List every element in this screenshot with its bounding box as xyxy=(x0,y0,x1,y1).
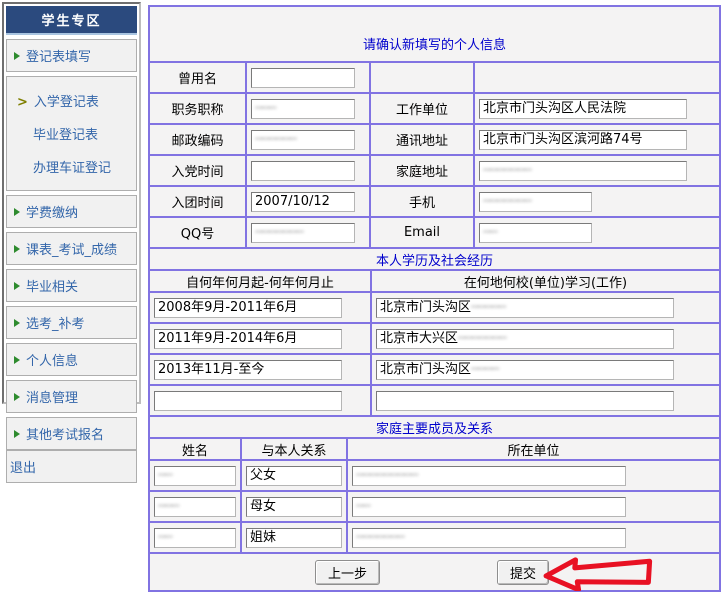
job-title-label: 职务职称 xyxy=(150,94,245,123)
mobile-label: 手机 xyxy=(371,187,473,216)
education-place-input[interactable] xyxy=(376,391,674,411)
qq-number-label: QQ号 xyxy=(150,218,245,247)
family-unit-header: 所在单位 xyxy=(348,439,719,459)
sidebar-item-message-management[interactable]: 消息管理 xyxy=(6,380,137,413)
family-relation-input[interactable]: 父女 xyxy=(246,466,342,486)
family-section-title: 家庭主要成员及关系 xyxy=(150,417,719,437)
education-row: 2013年11月-至今 北京市门头沟区┄┄┄┄ xyxy=(150,355,719,384)
sidebar-item-tuition[interactable]: 学费缴纳 xyxy=(6,195,137,228)
family-unit-input[interactable]: ┄┄┄┄┄┄┄ xyxy=(352,528,626,548)
form-title: 请确认新填写的个人信息 xyxy=(150,7,719,61)
current-marker-icon: > xyxy=(17,95,28,110)
sidebar-item-graduation-related[interactable]: 毕业相关 xyxy=(6,269,137,302)
triangle-bullet-icon xyxy=(14,356,20,364)
personal-info-confirmation-form: 请确认新填写的个人信息 曾用名 职务职称 ┄┄┄ 工作单位 北京市门头沟区人民法… xyxy=(148,5,721,592)
family-header-row: 姓名 与本人关系 所在单位 xyxy=(150,439,719,459)
mailing-address-label: 通讯地址 xyxy=(371,125,473,154)
sidebar-item-vehicle-pass[interactable]: 办理车证登记 xyxy=(7,150,136,183)
mailing-address-input[interactable]: 北京市门头沟区滨河路74号 xyxy=(479,130,687,150)
family-unit-input[interactable]: ┄┄┄┄┄┄┄┄┄ xyxy=(352,466,626,486)
former-name-input[interactable] xyxy=(251,68,355,88)
form-row-postal-code: 邮政编码 ┄┄┄┄┄┄ 通讯地址 北京市门头沟区滨河路74号 xyxy=(150,125,719,154)
triangle-bullet-icon xyxy=(14,208,20,216)
form-actions: 上一步 提交 xyxy=(150,554,719,590)
triangle-bullet-icon xyxy=(14,393,20,401)
logout-link[interactable]: 退出 xyxy=(6,450,137,483)
family-name-input[interactable]: ┄┄ xyxy=(154,466,236,486)
family-relation-header: 与本人关系 xyxy=(242,439,346,459)
league-join-date-label: 入团时间 xyxy=(150,187,245,216)
sidebar-item-registration-forms[interactable]: 登记表填写 xyxy=(6,39,137,72)
triangle-bullet-icon xyxy=(14,319,20,327)
education-place-input[interactable]: 北京市门头沟区┄┄┄┄┄ xyxy=(376,298,674,318)
sidebar-submenu: >入学登记表 毕业登记表 办理车证登记 xyxy=(6,76,137,191)
form-row-league-join-date: 入团时间 2007/10/12 手机 ┄┄┄┄┄┄┄ xyxy=(150,187,719,216)
home-address-input[interactable]: ┄┄┄┄┄┄┄ xyxy=(479,161,687,181)
sidebar-item-schedule-exams-grades[interactable]: 课表_考试_成绩 xyxy=(6,232,137,265)
form-row-former-name: 曾用名 xyxy=(150,63,719,92)
party-join-date-input[interactable] xyxy=(251,161,355,181)
education-period-input[interactable]: 2011年9月-2014年6月 xyxy=(154,329,342,349)
triangle-bullet-icon xyxy=(14,245,20,253)
qq-number-input[interactable]: ┄┄┄┄┄┄┄ xyxy=(251,223,355,243)
education-period-header: 自何年何月起-何年何月止 xyxy=(150,271,370,291)
education-row xyxy=(150,386,719,415)
education-row: 2011年9月-2014年6月 北京市大兴区┄┄┄┄┄┄┄ xyxy=(150,324,719,353)
league-join-date-input[interactable]: 2007/10/12 xyxy=(251,192,355,212)
sidebar-item-other-exam-registration[interactable]: 其他考试报名 xyxy=(6,417,137,450)
red-arrow-annotation xyxy=(542,555,658,591)
email-label: Email xyxy=(371,218,473,247)
sidebar: 学生专区 登记表填写 >入学登记表 毕业登记表 办理车证登记 学费缴纳 课表_考… xyxy=(2,2,141,404)
education-period-input[interactable]: 2013年11月-至今 xyxy=(154,360,342,380)
email-input[interactable]: ┄┄ xyxy=(479,223,592,243)
education-place-header: 在何地何校(单位)学习(工作) xyxy=(372,271,719,291)
education-section-title: 本人学历及社会经历 xyxy=(150,249,719,269)
family-name-input[interactable]: ┄┄ xyxy=(154,528,236,548)
sidebar-item-personal-info[interactable]: 个人信息 xyxy=(6,343,137,376)
education-place-input[interactable]: 北京市门头沟区┄┄┄┄ xyxy=(376,360,674,380)
sidebar-item-elective-makeup-exams[interactable]: 选考_补考 xyxy=(6,306,137,339)
family-relation-input[interactable]: 姐妹 xyxy=(246,528,342,548)
triangle-bullet-icon xyxy=(14,282,20,290)
form-row-qq-email: QQ号 ┄┄┄┄┄┄┄ Email ┄┄ xyxy=(150,218,719,247)
education-period-input[interactable] xyxy=(154,391,342,411)
sidebar-item-label: 登记表填写 xyxy=(26,46,91,65)
family-row: ┄┄ 父女 ┄┄┄┄┄┄┄┄┄ xyxy=(150,461,719,490)
family-name-input[interactable]: ┄┄┄ xyxy=(154,497,236,517)
family-unit-input[interactable]: ┄┄ xyxy=(352,497,626,517)
sidebar-title: 学生专区 xyxy=(6,6,137,35)
postal-code-label: 邮政编码 xyxy=(150,125,245,154)
family-row: ┄┄┄ 母女 ┄┄ xyxy=(150,492,719,521)
form-row-job-title: 职务职称 ┄┄┄ 工作单位 北京市门头沟区人民法院 xyxy=(150,94,719,123)
previous-step-button[interactable]: 上一步 xyxy=(315,560,380,585)
family-row: ┄┄ 姐妹 ┄┄┄┄┄┄┄ xyxy=(150,523,719,552)
sidebar-item-graduation-form[interactable]: 毕业登记表 xyxy=(7,117,136,150)
party-join-date-label: 入党时间 xyxy=(150,156,245,185)
empty-value-cell xyxy=(475,63,719,92)
work-unit-input[interactable]: 北京市门头沟区人民法院 xyxy=(479,99,687,119)
sidebar-item-enrollment-form[interactable]: >入学登记表 xyxy=(7,84,136,117)
empty-label-cell xyxy=(371,63,473,92)
family-relation-input[interactable]: 母女 xyxy=(246,497,342,517)
family-name-header: 姓名 xyxy=(150,439,240,459)
work-unit-label: 工作单位 xyxy=(371,94,473,123)
form-row-party-join-date: 入党时间 家庭地址 ┄┄┄┄┄┄┄ xyxy=(150,156,719,185)
home-address-label: 家庭地址 xyxy=(371,156,473,185)
education-period-input[interactable]: 2008年9月-2011年6月 xyxy=(154,298,342,318)
postal-code-input[interactable]: ┄┄┄┄┄┄ xyxy=(251,130,355,150)
triangle-bullet-icon xyxy=(14,430,20,438)
job-title-input[interactable]: ┄┄┄ xyxy=(251,99,355,119)
former-name-label: 曾用名 xyxy=(150,63,245,92)
education-place-input[interactable]: 北京市大兴区┄┄┄┄┄┄┄ xyxy=(376,329,674,349)
mobile-input[interactable]: ┄┄┄┄┄┄┄ xyxy=(479,192,592,212)
triangle-bullet-icon xyxy=(14,52,20,60)
education-header-row: 自何年何月起-何年何月止 在何地何校(单位)学习(工作) xyxy=(150,271,719,291)
education-row: 2008年9月-2011年6月 北京市门头沟区┄┄┄┄┄ xyxy=(150,293,719,322)
